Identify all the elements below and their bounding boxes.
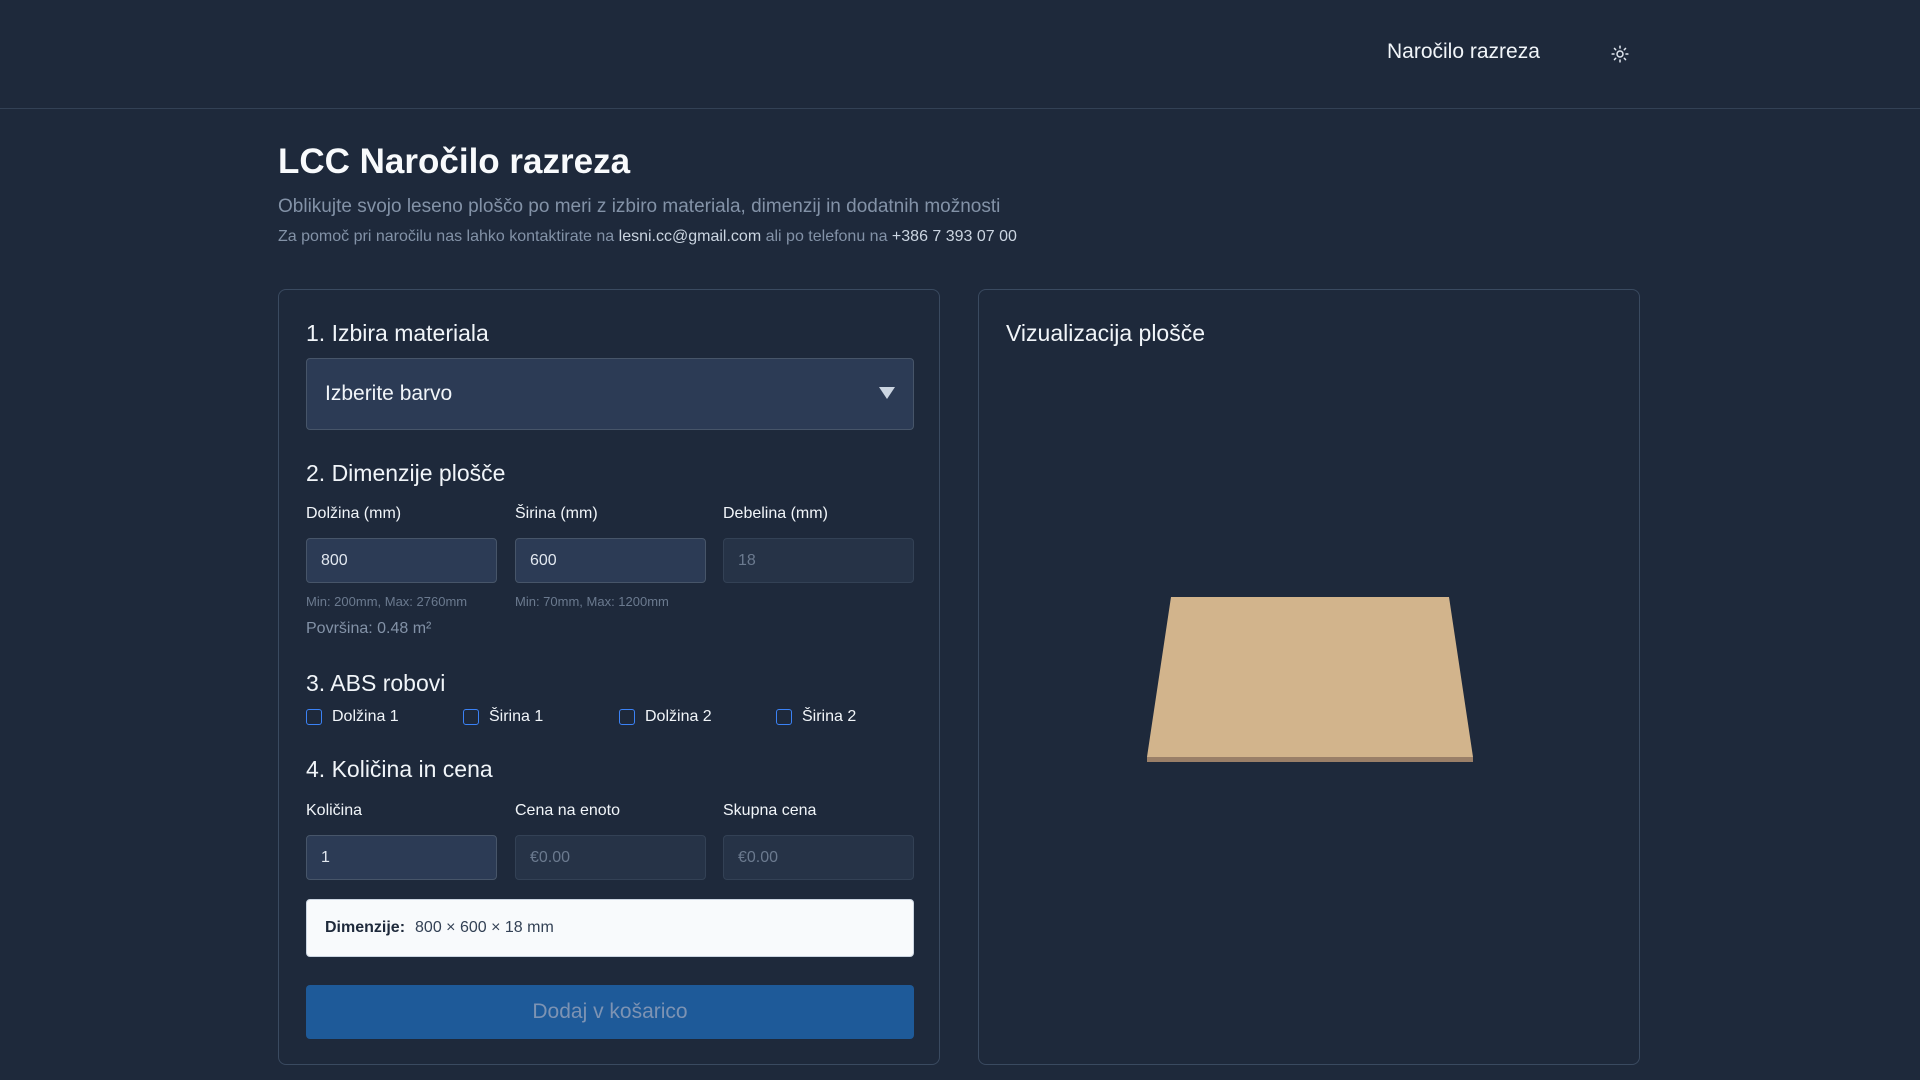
summary-value: 800 × 600 × 18 mm [415,919,554,936]
section-dimensions-title: 2. Dimenzije plošče [306,460,506,486]
quantity-input[interactable]: 1 [306,835,497,880]
material-select-value: Izberite barvo [325,382,453,405]
contact-line: Za pomoč pri naročilu nas lahko kontakti… [278,228,1017,246]
summary-label: Dimenzije: [325,919,406,936]
quantity-label: Količina [306,802,363,819]
unit-price-label: Cena na enoto [515,802,620,819]
width-input[interactable]: 600 [515,538,706,583]
abs-checkbox-group: Dolžina 1 Širina 1 Dolžina 2 Širina 2 [306,708,926,732]
checkbox-label: Širina 1 [489,708,544,725]
top-navbar: Naročilo razreza [0,0,1920,109]
board-top-face [1147,597,1473,757]
checkbox-box[interactable] [776,709,792,725]
board-front-edge [1147,757,1473,762]
width-label: Širina (mm) [515,505,598,522]
checkbox-box[interactable] [619,709,635,725]
length-input[interactable]: 800 [306,538,497,583]
sun-icon[interactable] [1608,42,1632,66]
contact-prefix: Za pomoč pri naročilu nas lahko kontakti… [278,228,615,245]
nav-order-link[interactable]: Naročilo razreza [1387,40,1540,64]
total-price-label: Skupna cena [723,802,817,819]
section-material-title: 1. Izbira materiala [306,320,489,346]
abs-width-1-checkbox[interactable]: Širina 1 [463,708,543,726]
total-price-field: €0.00 [723,835,914,880]
add-to-cart-button[interactable]: Dodaj v košarico [306,985,914,1039]
width-hint: Min: 70mm, Max: 1200mm [515,594,669,609]
section-abs-title: 3. ABS robovi [306,670,446,696]
area-readout: Površina: 0.48 m² [306,620,432,637]
checkbox-box[interactable] [306,709,322,725]
abs-width-2-checkbox[interactable]: Širina 2 [776,708,856,726]
length-hint: Min: 200mm, Max: 2760mm [306,594,468,609]
dimensions-summary: Dimenzije: 800 × 600 × 18 mm [306,899,914,957]
page-subtitle: Oblikujte svojo leseno ploščo po meri z … [278,196,1001,217]
contact-middle: ali po telefonu na [765,228,888,245]
abs-length-1-checkbox[interactable]: Dolžina 1 [306,708,399,726]
checkbox-label: Dolžina 2 [645,708,712,725]
page-header: LCC Naročilo razreza Oblikujte svojo les… [278,142,1017,246]
order-form-panel: 1. Izbira materiala Izberite barvo 2. Di… [278,289,940,1065]
chevron-down-icon [879,387,895,399]
page-title: LCC Naročilo razreza [278,142,631,181]
material-select[interactable]: Izberite barvo [306,358,914,430]
section-quantity-title: 4. Količina in cena [306,756,493,782]
visualization-title: Vizualizacija plošče [1006,320,1206,346]
contact-phone[interactable]: +386 7 393 07 00 [892,228,1017,245]
abs-length-2-checkbox[interactable]: Dolžina 2 [619,708,712,726]
checkbox-box[interactable] [463,709,479,725]
length-label: Dolžina (mm) [306,505,402,522]
board-visualization [1147,597,1473,762]
contact-email[interactable]: lesni.cc@gmail.com [619,228,762,245]
unit-price-field: €0.00 [515,835,706,880]
thickness-input: 18 [723,538,914,583]
visualization-panel: Vizualizacija plošče [978,289,1640,1065]
checkbox-label: Širina 2 [802,708,857,725]
thickness-label: Debelina (mm) [723,505,828,522]
checkbox-label: Dolžina 1 [332,708,399,725]
